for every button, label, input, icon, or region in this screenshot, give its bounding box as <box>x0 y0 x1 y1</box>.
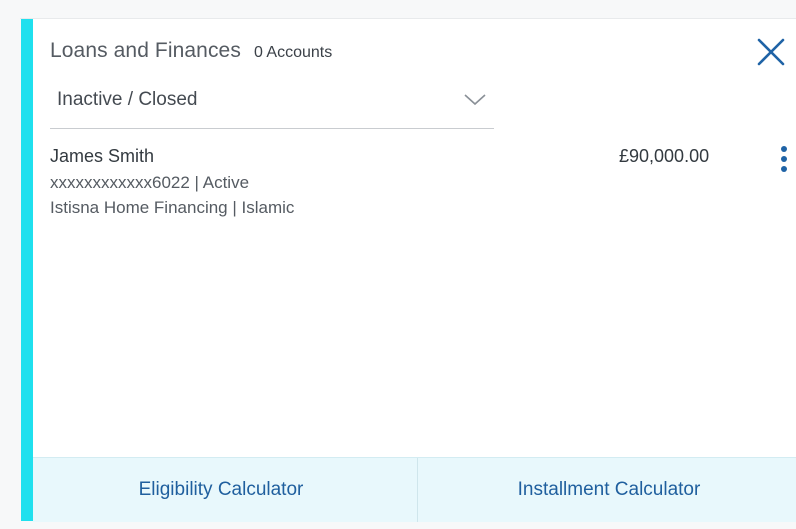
account-status-select[interactable]: Inactive / Closed <box>50 83 494 129</box>
account-more-options-button[interactable] <box>776 146 792 176</box>
account-amount: £90,000.00 <box>619 146 710 166</box>
account-product: Istisna Home Financing | Islamic <box>50 198 295 217</box>
eligibility-calculator-button[interactable]: Eligibility Calculator <box>33 458 417 522</box>
installment-calculator-button[interactable]: Installment Calculator <box>418 458 796 522</box>
account-holder-name: James Smith <box>50 146 155 166</box>
widget-header: Loans and Finances 0 Accounts <box>50 39 332 63</box>
widget-title: Loans and Finances <box>50 39 241 62</box>
page: Loans and Finances 0 Accounts Inactive /… <box>0 0 796 529</box>
accounts-count: 0 Accounts <box>253 44 333 61</box>
account-number-status: xxxxxxxxxxxx6022 | Active <box>50 173 250 192</box>
widget-footer: Eligibility Calculator Installment Calcu… <box>33 457 796 522</box>
loans-and-finances-widget: Loans and Finances 0 Accounts Inactive /… <box>21 19 796 522</box>
close-icon <box>757 38 785 66</box>
account-status-selected-value: Inactive / Closed <box>57 89 198 110</box>
chevron-down-icon <box>464 94 486 106</box>
close-button[interactable] <box>756 37 786 67</box>
account-row[interactable]: James Smith xxxxxxxxxxxx6022 | Active Is… <box>50 146 788 226</box>
